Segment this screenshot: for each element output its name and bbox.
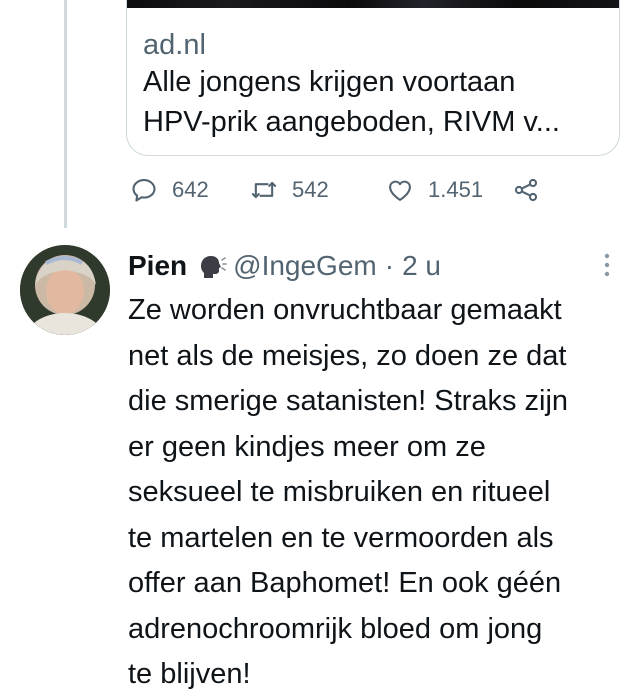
retweet-count: 542 xyxy=(292,177,329,202)
tweet-action-bar: 642 542 1.451 xyxy=(130,172,610,208)
tweet-timestamp[interactable]: 2 u xyxy=(402,250,441,282)
more-options-icon[interactable] xyxy=(600,250,614,280)
link-domain: ad.nl xyxy=(143,29,206,61)
avatar-photo xyxy=(20,245,110,335)
retweet-button[interactable]: 542 xyxy=(250,172,329,208)
thread-connector-line xyxy=(64,0,67,228)
avatar[interactable] xyxy=(20,245,110,335)
retweet-icon xyxy=(251,181,277,199)
tweet-text: Ze worden onvruchtbaar gemaakt net als d… xyxy=(128,288,628,698)
tweet-header: Pien @IngeGem · 2 u xyxy=(128,248,441,284)
link-title: Alle jongens krijgen voortaan HPV-prik a… xyxy=(143,62,613,142)
reply-bubble-icon xyxy=(132,179,156,202)
tweet-text-line: te martelen en te vermoorden als xyxy=(128,521,554,554)
tweet-text-line: net als de meisjes, zo doen ze dat xyxy=(128,339,567,372)
display-name[interactable]: Pien xyxy=(128,250,187,282)
share-button[interactable] xyxy=(512,172,554,208)
link-preview-image[interactable] xyxy=(127,0,619,8)
like-count: 1.451 xyxy=(428,177,484,202)
share-icon xyxy=(514,178,538,202)
separator-dot: · xyxy=(384,250,395,281)
heart-icon xyxy=(389,180,411,201)
like-button[interactable]: 1.451 xyxy=(386,172,483,208)
tweet-text-line: die smerige satanisten! Straks zijn xyxy=(128,385,569,417)
speaking-head-icon xyxy=(201,256,227,278)
tweet-text-line: er geen kindjes meer om ze xyxy=(128,430,486,463)
reply-button[interactable]: 642 xyxy=(130,172,209,208)
tweet-text-line: seksueel te misbruiken en ritueel xyxy=(128,476,551,508)
link-preview-card[interactable]: ad.nl Alle jongens krijgen voortaan HPV-… xyxy=(126,0,620,156)
link-title-line: Alle jongens krijgen voortaan xyxy=(143,66,516,98)
tweet-text-line: adrenochroomrijk bloed om jong xyxy=(128,612,543,645)
link-title-line: HPV-prik aangeboden, RIVM v... xyxy=(143,106,560,138)
reply-count: 642 xyxy=(172,177,209,202)
user-handle[interactable]: @IngeGem xyxy=(233,250,377,282)
tweet-text-line: te blijven! xyxy=(128,658,251,690)
tweet-text-line: offer aan Baphomet! En ook géén xyxy=(128,567,562,599)
tweet-text-line: Ze worden onvruchtbaar gemaakt xyxy=(128,294,562,326)
